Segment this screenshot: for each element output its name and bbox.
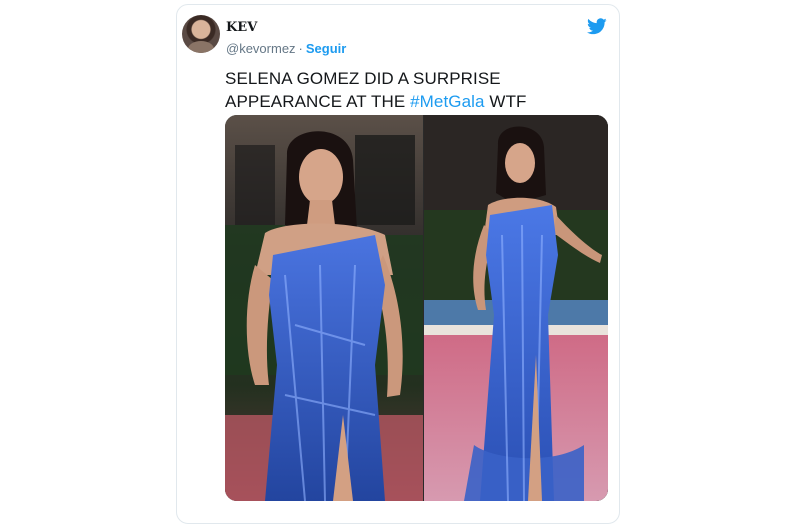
photo-right[interactable] xyxy=(424,115,608,501)
photo-left-scene xyxy=(225,115,423,501)
tweet-card: KEV @kevormez · Seguir SELENA GOMEZ DID A … xyxy=(176,4,620,524)
tweet-media[interactable] xyxy=(225,115,608,501)
photo-left[interactable] xyxy=(225,115,423,501)
author-name[interactable]: KEV xyxy=(226,20,257,35)
hashtag-link[interactable]: #MetGala xyxy=(410,92,485,111)
follow-button[interactable]: Seguir xyxy=(306,41,346,56)
tweet-text-end: WTF xyxy=(484,92,527,111)
tweet-text: SELENA GOMEZ DID A SURPRISE APPEARANCE A… xyxy=(225,67,605,113)
separator-dot: · xyxy=(298,41,303,56)
author-meta: @kevormez · Seguir xyxy=(226,41,346,56)
twitter-bird-icon[interactable] xyxy=(587,18,607,35)
avatar[interactable] xyxy=(182,15,220,53)
author-handle[interactable]: @kevormez xyxy=(226,41,296,56)
photo-right-scene xyxy=(424,115,608,501)
avatar-shoulders xyxy=(188,41,214,53)
